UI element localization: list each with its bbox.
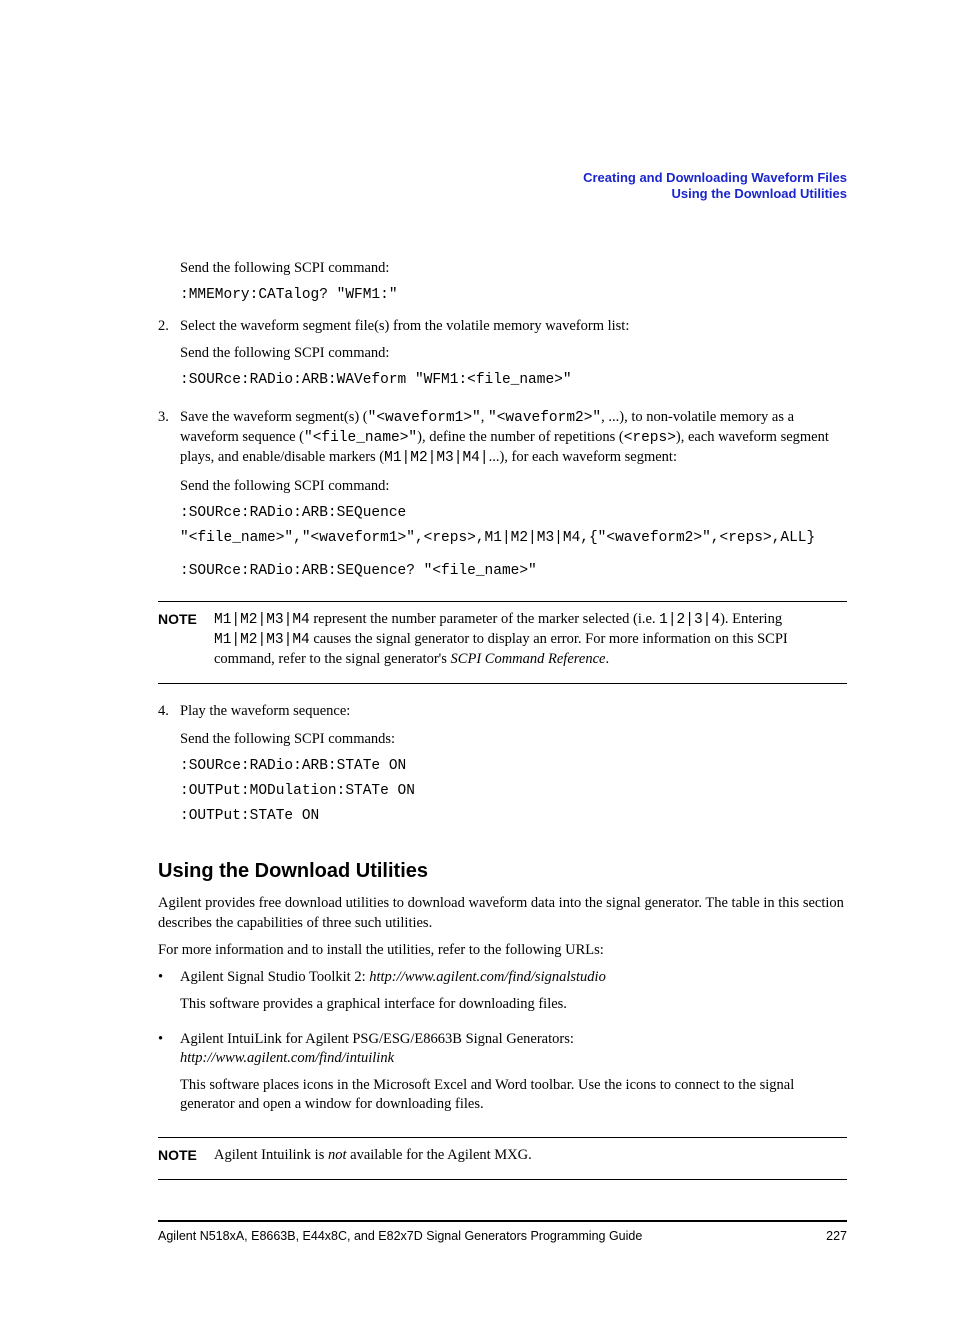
divider bbox=[158, 1179, 847, 1180]
code-line: :MMEMory:CATalog? "WFM1:" bbox=[180, 286, 847, 305]
url-text: http://www.agilent.com/find/signalstudio bbox=[369, 969, 606, 985]
page-footer: Agilent N518xA, E8663B, E44x8C, and E82x… bbox=[158, 1228, 847, 1245]
bullet-desc: This software places icons in the Micros… bbox=[180, 1076, 847, 1114]
step-2: 2. Select the waveform segment file(s) f… bbox=[158, 317, 847, 396]
bullet-title: Agilent IntuiLink for Agilent PSG/ESG/E8… bbox=[180, 1030, 847, 1068]
step-number: 3. bbox=[158, 408, 180, 587]
bullet-title: Agilent Signal Studio Toolkit 2: http://… bbox=[180, 968, 847, 987]
list-item: • Agilent Signal Studio Toolkit 2: http:… bbox=[158, 968, 847, 1022]
body-text: For more information and to install the … bbox=[158, 941, 847, 960]
bullet-desc: This software provides a graphical inter… bbox=[180, 995, 847, 1014]
code-line: :OUTPut:STATe ON bbox=[180, 807, 847, 826]
instruction-text: Send the following SCPI command: bbox=[180, 344, 847, 363]
note-label: NOTE bbox=[158, 1146, 214, 1164]
note-label: NOTE bbox=[158, 610, 214, 628]
step-4: 4. Play the waveform sequence: Send the … bbox=[158, 702, 847, 832]
divider bbox=[158, 601, 847, 602]
section-heading: Using the Download Utilities bbox=[158, 858, 847, 884]
code-line: :SOURce:RADio:ARB:STATe ON bbox=[180, 757, 847, 776]
code-line: "<file_name>","<waveform1>",<reps>,M1|M2… bbox=[180, 529, 847, 548]
note-block: NOTE M1|M2|M3|M4 represent the number pa… bbox=[158, 610, 847, 669]
document-page: Creating and Downloading Waveform Files … bbox=[0, 0, 954, 1334]
footer-divider bbox=[158, 1220, 847, 1222]
step-title: Select the waveform segment file(s) from… bbox=[180, 317, 847, 336]
list-item: • Agilent IntuiLink for Agilent PSG/ESG/… bbox=[158, 1030, 847, 1123]
note-block: NOTE Agilent Intuilink is not available … bbox=[158, 1146, 847, 1165]
body-text: Agilent provides free download utilities… bbox=[158, 894, 847, 932]
page-number: 227 bbox=[826, 1228, 847, 1245]
instruction-text: Send the following SCPI command: bbox=[180, 259, 847, 278]
code-line: :SOURce:RADio:ARB:SEQuence? "<file_name>… bbox=[180, 562, 847, 581]
url-text: http://www.agilent.com/find/intuilink bbox=[180, 1050, 394, 1066]
instruction-text: Send the following SCPI command: bbox=[180, 477, 847, 496]
page-header: Creating and Downloading Waveform Files … bbox=[158, 170, 847, 203]
bullet-icon: • bbox=[158, 968, 180, 1022]
divider bbox=[158, 683, 847, 684]
step-number: 2. bbox=[158, 317, 180, 396]
breadcrumb-section: Using the Download Utilities bbox=[158, 186, 847, 202]
code-line: :OUTPut:MODulation:STATe ON bbox=[180, 782, 847, 801]
instruction-text: Send the following SCPI commands: bbox=[180, 730, 847, 749]
step-number: 4. bbox=[158, 702, 180, 832]
step-title: Play the waveform sequence: bbox=[180, 702, 847, 721]
breadcrumb-chapter: Creating and Downloading Waveform Files bbox=[158, 170, 847, 186]
bullet-icon: • bbox=[158, 1030, 180, 1123]
step-description: Save the waveform segment(s) ("<waveform… bbox=[180, 408, 847, 468]
divider bbox=[158, 1137, 847, 1138]
code-line: :SOURce:RADio:ARB:SEQuence bbox=[180, 504, 847, 523]
note-body: M1|M2|M3|M4 represent the number paramet… bbox=[214, 610, 847, 669]
code-line: :SOURce:RADio:ARB:WAVeform "WFM1:<file_n… bbox=[180, 371, 847, 390]
step-3: 3. Save the waveform segment(s) ("<wavef… bbox=[158, 408, 847, 587]
step-continuation: Send the following SCPI command: :MMEMor… bbox=[180, 259, 847, 305]
footer-title: Agilent N518xA, E8663B, E44x8C, and E82x… bbox=[158, 1228, 642, 1245]
note-body: Agilent Intuilink is not available for t… bbox=[214, 1146, 847, 1165]
